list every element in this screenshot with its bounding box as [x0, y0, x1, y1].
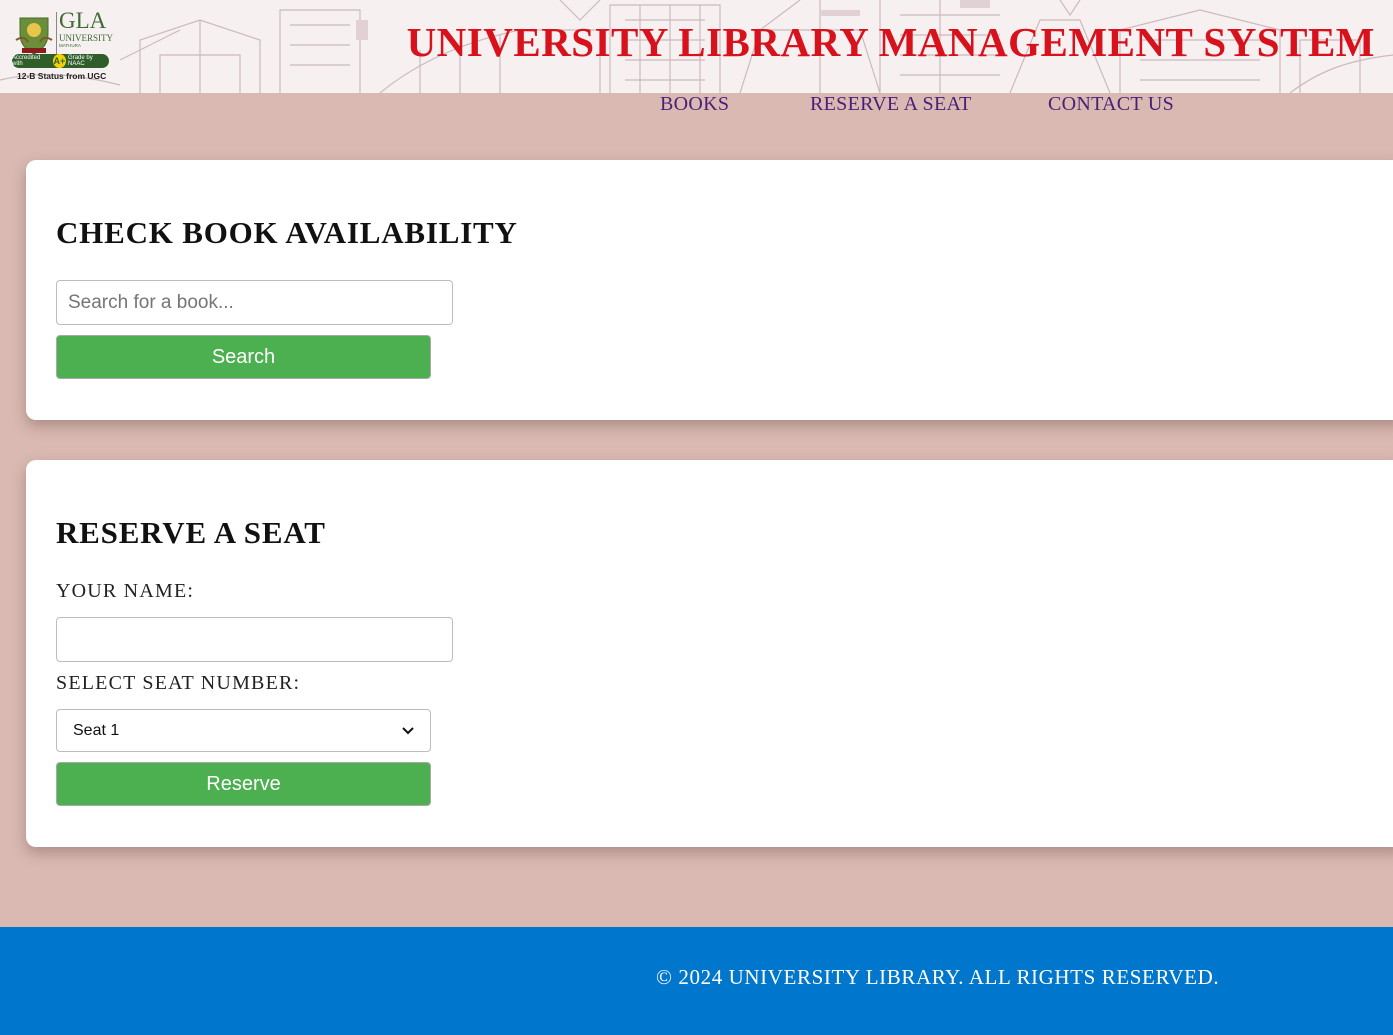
reserve-seat-card: RESERVE A SEAT YOUR NAME: SELECT SEAT NU…: [26, 460, 1393, 847]
site-footer: © 2024 UNIVERSITY LIBRARY. ALL RIGHTS RE…: [0, 927, 1393, 1035]
book-availability-title: CHECK BOOK AVAILABILITY: [56, 215, 518, 250]
badge-grade: A+: [52, 54, 67, 68]
seat-selected-value: Seat 1: [73, 721, 120, 739]
logo-wordmark: GLA: [59, 8, 107, 33]
book-availability-card: CHECK BOOK AVAILABILITY Search: [26, 160, 1393, 420]
site-header: GLA UNIVERSITY MATHURA Accredited with A…: [0, 0, 1393, 93]
reserve-button[interactable]: Reserve: [56, 762, 431, 806]
logo-divider: [56, 12, 57, 54]
nav-contact-us[interactable]: CONTACT US: [1048, 93, 1174, 116]
book-search-input[interactable]: [56, 280, 453, 325]
nav-books[interactable]: BOOKS: [660, 93, 729, 116]
main-nav: BOOKS RESERVE A SEAT CONTACT US: [0, 93, 1393, 119]
footer-copyright: © 2024 UNIVERSITY LIBRARY. ALL RIGHTS RE…: [656, 965, 1220, 989]
logo-university-text: UNIVERSITY: [59, 33, 113, 43]
crest-icon: [15, 17, 53, 55]
seat-number-select[interactable]: Seat 1: [56, 709, 431, 752]
badge-suffix: Grade by NAAC: [68, 55, 93, 67]
badge-prefix: Accredited with: [12, 55, 41, 67]
name-label: YOUR NAME:: [56, 580, 195, 602]
seat-number-label: SELECT SEAT NUMBER:: [56, 672, 301, 694]
ugc-status: 12-B Status from UGC: [17, 71, 107, 81]
university-logo[interactable]: GLA UNIVERSITY MATHURA Accredited with A…: [12, 8, 113, 84]
name-field[interactable]: [56, 617, 453, 662]
chevron-down-icon: [402, 726, 414, 734]
logo-city-text: MATHURA: [59, 43, 81, 48]
search-button[interactable]: Search: [56, 335, 431, 379]
naac-badge: Accredited with A+ Grade by NAAC: [12, 54, 109, 68]
site-title: UNIVERSITY LIBRARY MANAGEMENT SYSTEM: [406, 19, 1375, 65]
nav-reserve-seat[interactable]: RESERVE A SEAT: [810, 93, 972, 116]
reserve-seat-title: RESERVE A SEAT: [56, 515, 326, 550]
